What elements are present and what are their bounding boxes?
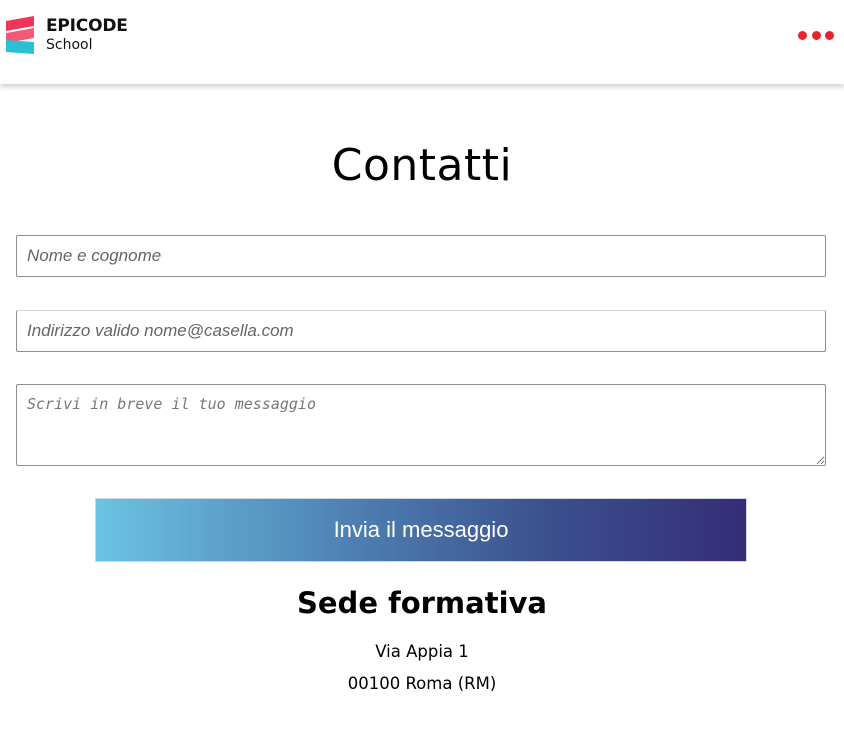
menu-dot xyxy=(811,30,821,40)
site-header: EPICODE School xyxy=(0,0,844,84)
address-line: Via Appia 1 xyxy=(375,642,469,661)
address-city: 00100 Roma (RM) xyxy=(347,674,497,693)
epicode-logo-icon xyxy=(6,16,34,54)
logo[interactable]: EPICODE School xyxy=(6,16,146,58)
more-horizontal-icon[interactable] xyxy=(798,28,834,42)
email-field[interactable] xyxy=(16,310,826,352)
name-field[interactable] xyxy=(16,235,826,277)
page-title: Contatti xyxy=(331,140,513,191)
logo-title: EPICODE xyxy=(46,16,128,36)
menu-dot xyxy=(825,30,834,40)
message-field[interactable] xyxy=(16,384,826,466)
location-title: Sede formativa xyxy=(297,586,547,620)
submit-button[interactable]: Invia il messaggio xyxy=(95,498,747,562)
menu-dot xyxy=(798,30,807,40)
logo-subtitle: School xyxy=(46,37,93,53)
